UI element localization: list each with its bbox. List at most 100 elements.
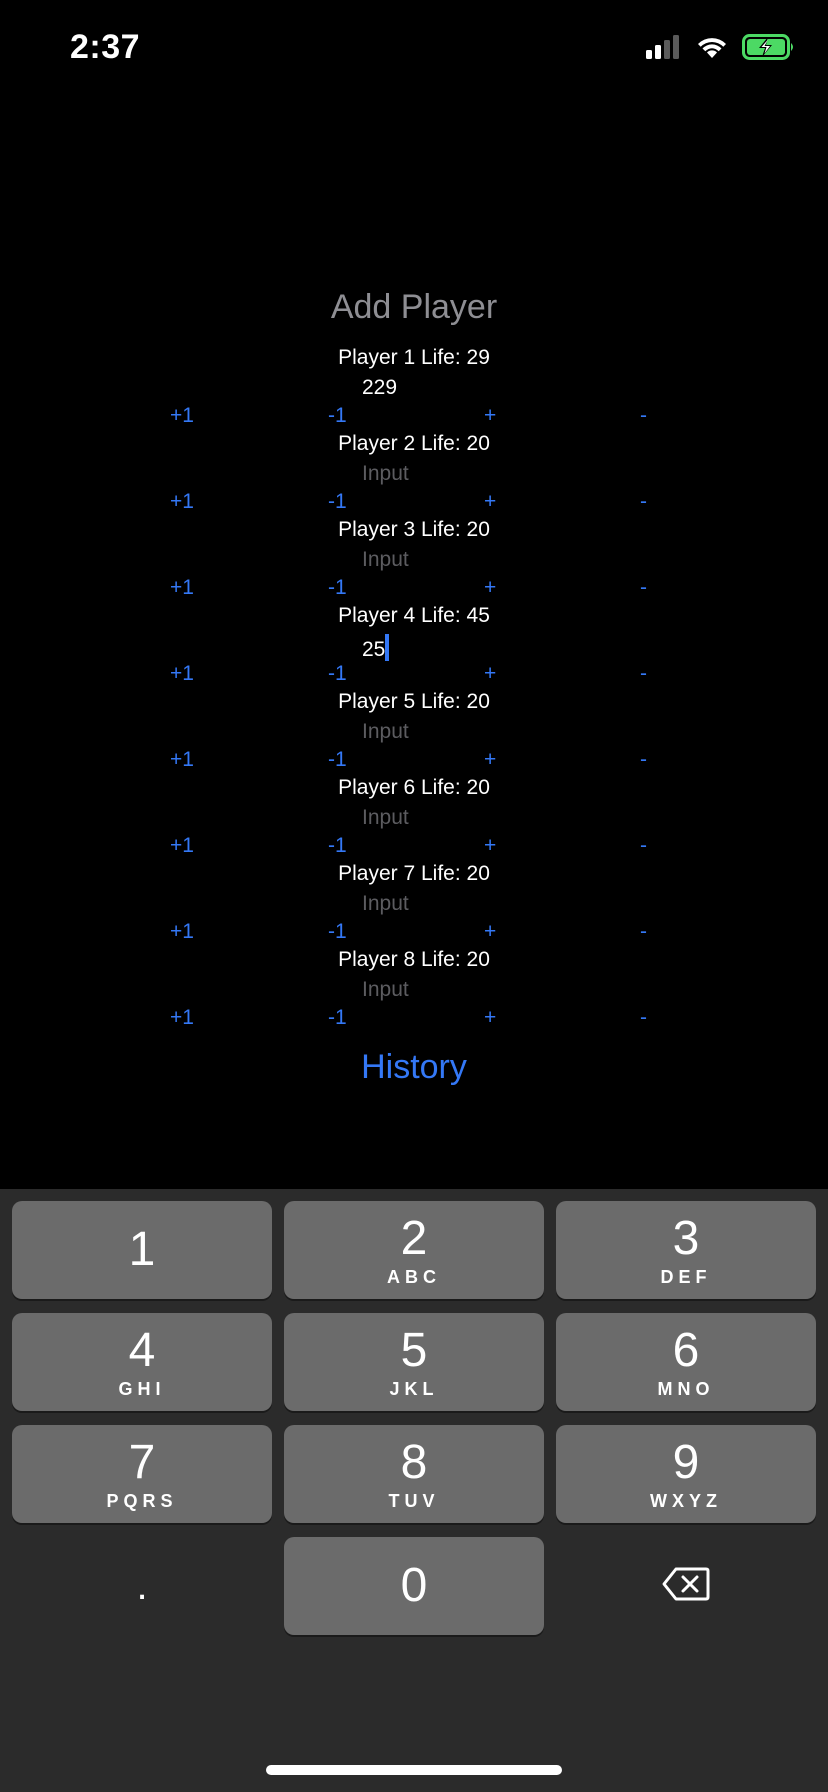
history-button[interactable]: History — [0, 1048, 828, 1087]
player-row: Player 7 Life: 20 Input +1 -1 + - — [0, 862, 828, 948]
player-row: Player 6 Life: 20 Input +1 -1 + - — [0, 776, 828, 862]
plus-button[interactable]: + — [484, 662, 496, 686]
plus-one-button[interactable]: +1 — [170, 834, 194, 858]
player-life-input-text: 229 — [362, 376, 398, 399]
wifi-icon — [696, 35, 728, 64]
key-letters: ABC — [387, 1267, 441, 1287]
player-life-label: Player 2 Life: 20 — [338, 432, 490, 455]
minus-one-button[interactable]: -1 — [328, 576, 347, 600]
key-1[interactable]: 1 — [12, 1201, 272, 1299]
key-letters: TUV — [388, 1491, 440, 1511]
player-life-input-text: Input — [362, 548, 409, 571]
minus-button[interactable]: - — [640, 920, 647, 944]
player-life-input[interactable]: 25 — [362, 634, 390, 662]
key-digit: 1 — [128, 1223, 156, 1276]
plus-button[interactable]: + — [484, 834, 496, 858]
player-life-label: Player 1 Life: 29 — [338, 346, 490, 369]
player-life-input[interactable]: Input — [362, 806, 409, 830]
key-digit: 6 — [672, 1324, 700, 1377]
player-row: Player 5 Life: 20 Input +1 -1 + - — [0, 690, 828, 776]
minus-one-button[interactable]: -1 — [328, 1006, 347, 1030]
player-life-input-text: Input — [362, 892, 409, 915]
key-7[interactable]: 7 PQRS — [12, 1425, 272, 1523]
minus-button[interactable]: - — [640, 748, 647, 772]
key-3[interactable]: 3 DEF — [556, 1201, 816, 1299]
player-life-input[interactable]: 229 — [362, 376, 397, 400]
plus-one-button[interactable]: +1 — [170, 1006, 194, 1030]
minus-one-button[interactable]: -1 — [328, 490, 347, 514]
plus-button[interactable]: + — [484, 1006, 496, 1030]
plus-one-button[interactable]: +1 — [170, 748, 194, 772]
plus-button[interactable]: + — [484, 748, 496, 772]
minus-button[interactable]: - — [640, 404, 647, 428]
plus-button[interactable]: + — [484, 576, 496, 600]
player-life-input[interactable]: Input — [362, 720, 409, 744]
player-life-input[interactable]: Input — [362, 462, 409, 486]
player-life-input[interactable]: Input — [362, 892, 409, 916]
plus-one-button[interactable]: +1 — [170, 576, 194, 600]
player-life-input-text: Input — [362, 462, 409, 485]
plus-one-button[interactable]: +1 — [170, 920, 194, 944]
plus-one-button[interactable]: +1 — [170, 662, 194, 686]
key-digit: 3 — [672, 1212, 700, 1265]
key-digit: 2 — [400, 1212, 428, 1265]
key-2[interactable]: 2 ABC — [284, 1201, 544, 1299]
key-letters: MNO — [657, 1379, 715, 1399]
key-digit: 7 — [128, 1436, 156, 1489]
player-life-input-text: 25 — [362, 638, 386, 661]
minus-one-button[interactable]: -1 — [328, 920, 347, 944]
minus-one-button[interactable]: -1 — [328, 834, 347, 858]
key-decimal[interactable]: . — [12, 1537, 272, 1635]
plus-button[interactable]: + — [484, 920, 496, 944]
player-row: Player 2 Life: 20 Input +1 -1 + - — [0, 432, 828, 518]
player-life-label: Player 7 Life: 20 — [338, 862, 490, 885]
minus-button[interactable]: - — [640, 490, 647, 514]
key-0[interactable]: 0 — [284, 1537, 544, 1635]
player-life-input[interactable]: Input — [362, 978, 409, 1002]
player-life-input-text: Input — [362, 806, 409, 829]
minus-button[interactable]: - — [640, 834, 647, 858]
plus-one-button[interactable]: +1 — [170, 490, 194, 514]
cellular-signal-icon — [646, 35, 682, 64]
minus-one-button[interactable]: -1 — [328, 662, 347, 686]
minus-button[interactable]: - — [640, 662, 647, 686]
player-life-label: Player 8 Life: 20 — [338, 948, 490, 971]
key-9[interactable]: 9 WXYZ — [556, 1425, 816, 1523]
home-indicator[interactable] — [266, 1765, 562, 1775]
player-row: Player 8 Life: 20 Input +1 -1 + - — [0, 948, 828, 1034]
key-5[interactable]: 5 JKL — [284, 1313, 544, 1411]
add-player-button[interactable]: Add Player — [0, 288, 828, 327]
key-letters: GHI — [118, 1379, 166, 1399]
player-row: Player 4 Life: 45 25 +1 -1 + - — [0, 604, 828, 690]
key-digit: 4 — [128, 1324, 156, 1377]
text-caret — [385, 634, 390, 661]
player-life-input-text: Input — [362, 978, 409, 1001]
screen: 2:37 Add Player Player 1 Life: 29 229 +1… — [0, 0, 828, 1792]
key-letters: JKL — [389, 1379, 439, 1399]
key-digit: 0 — [400, 1559, 428, 1612]
backspace-icon — [662, 1567, 710, 1606]
key-8[interactable]: 8 TUV — [284, 1425, 544, 1523]
plus-button[interactable]: + — [484, 404, 496, 428]
minus-button[interactable]: - — [640, 1006, 647, 1030]
status-icons — [646, 34, 796, 65]
player-life-label: Player 5 Life: 20 — [338, 690, 490, 713]
key-letters: PQRS — [106, 1491, 178, 1511]
key-digit: 5 — [400, 1324, 428, 1377]
player-life-label: Player 3 Life: 20 — [338, 518, 490, 541]
player-life-input-text: Input — [362, 720, 409, 743]
key-4[interactable]: 4 GHI — [12, 1313, 272, 1411]
key-delete[interactable] — [556, 1537, 816, 1635]
plus-one-button[interactable]: +1 — [170, 404, 194, 428]
minus-one-button[interactable]: -1 — [328, 404, 347, 428]
minus-button[interactable]: - — [640, 576, 647, 600]
key-letters: DEF — [660, 1267, 712, 1287]
player-row: Player 3 Life: 20 Input +1 -1 + - — [0, 518, 828, 604]
key-6[interactable]: 6 MNO — [556, 1313, 816, 1411]
plus-button[interactable]: + — [484, 490, 496, 514]
player-life-input[interactable]: Input — [362, 548, 409, 572]
key-digit: 9 — [672, 1436, 700, 1489]
status-time: 2:37 — [70, 28, 141, 66]
battery-charging-icon — [742, 34, 796, 65]
minus-one-button[interactable]: -1 — [328, 748, 347, 772]
